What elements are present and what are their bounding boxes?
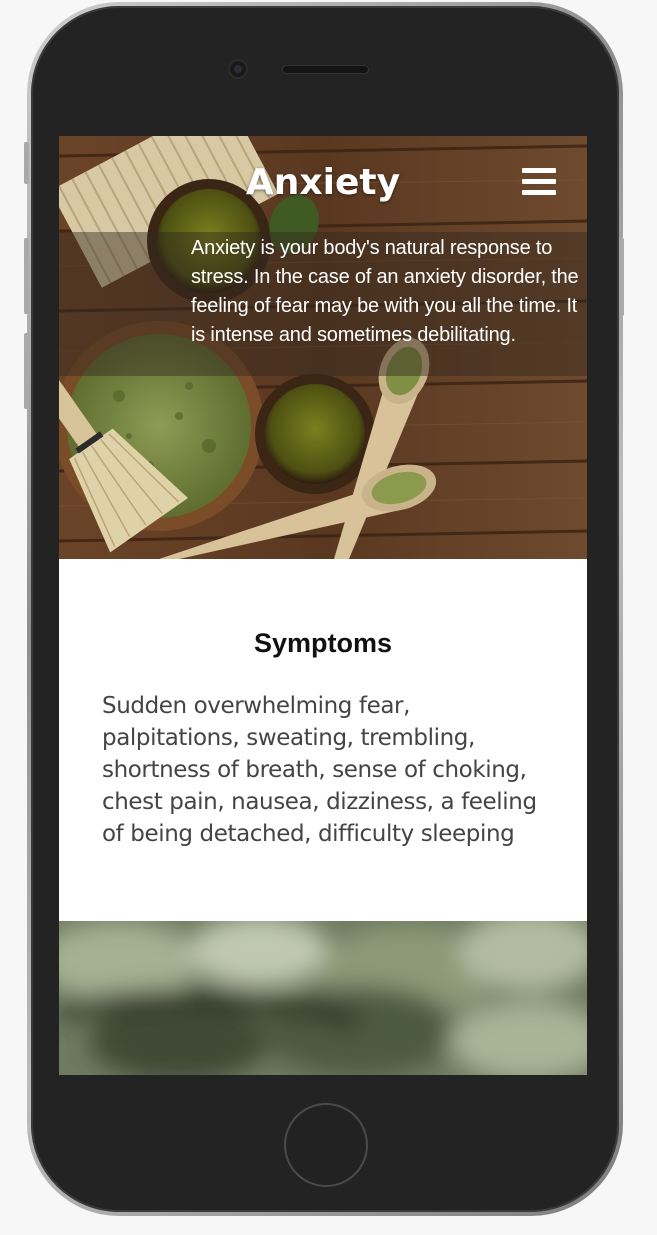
symptoms-heading: Symptoms	[253, 628, 393, 658]
bottom-background-image	[59, 921, 587, 1075]
power-button	[619, 238, 624, 316]
intro-paragraph: Anxiety is your body's natural response …	[191, 237, 579, 346]
page-title: Anxiety	[245, 162, 401, 203]
volume-up-button	[24, 238, 29, 314]
phone-screen: Anxiety Anxiety is your body's natural r…	[59, 136, 587, 1075]
hamburger-menu-icon[interactable]	[522, 168, 556, 196]
camera-icon	[230, 61, 246, 77]
speaker-grille	[283, 66, 368, 73]
home-button-icon[interactable]	[284, 1103, 368, 1187]
blurred-foliage-image	[59, 921, 587, 1075]
symptoms-section: Symptoms Sudden overwhelming fear, palpi…	[59, 559, 587, 921]
volume-down-button	[24, 333, 29, 409]
symptoms-paragraph: Sudden overwhelming fear, palpitations, …	[102, 693, 537, 847]
mute-switch	[24, 142, 29, 184]
hero-section: Anxiety Anxiety is your body's natural r…	[59, 136, 587, 559]
